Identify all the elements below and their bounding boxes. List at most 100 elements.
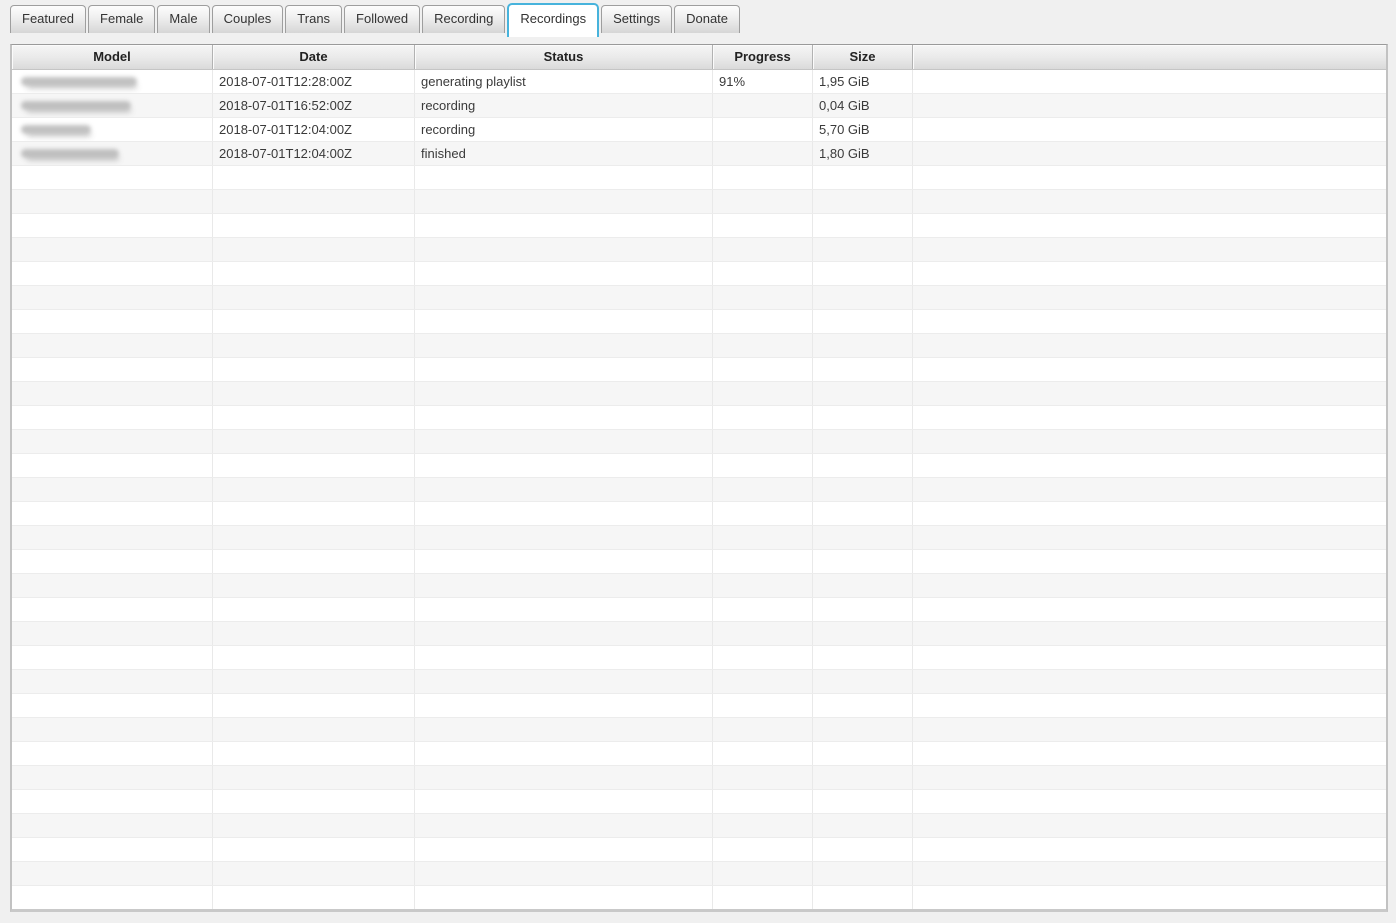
table-row-empty [12,886,1386,910]
tab-settings[interactable]: Settings [601,5,672,33]
cell-size [813,550,913,573]
cell-progress [713,118,813,141]
cell-progress [713,646,813,669]
cell-progress [713,862,813,885]
cell-date: 2018-07-01T12:28:00Z [213,70,415,93]
cell-filler [913,142,1386,165]
table-row-empty [12,238,1386,262]
cell-model [12,742,213,765]
cell-model [12,862,213,885]
cell-size: 1,95 GiB [813,70,913,93]
cell-status [415,406,713,429]
tab-label: Recording [434,11,493,26]
table-row[interactable]: 2018-07-01T12:28:00Zgenerating playlist9… [12,70,1386,94]
cell-size [813,478,913,501]
cell-date: 2018-07-01T16:52:00Z [213,94,415,117]
tab-label: Followed [356,11,408,26]
cell-status [415,526,713,549]
cell-filler [913,310,1386,333]
tab-trans[interactable]: Trans [285,5,342,33]
cell-status [415,262,713,285]
cell-progress [713,886,813,909]
cell-filler [913,550,1386,573]
cell-size [813,814,913,837]
tab-recording[interactable]: Recording [422,5,505,33]
tab-followed[interactable]: Followed [344,5,420,33]
tab-male[interactable]: Male [157,5,209,33]
tab-featured[interactable]: Featured [10,5,86,33]
column-header-status[interactable]: Status [415,45,713,69]
cell-size [813,502,913,525]
cell-filler [913,214,1386,237]
cell-date: 2018-07-01T12:04:00Z [213,142,415,165]
cell-progress [713,502,813,525]
table-body: 2018-07-01T12:28:00Zgenerating playlist9… [12,70,1386,910]
tab-label: Featured [22,11,74,26]
cell-progress [713,622,813,645]
cell-model [12,454,213,477]
table-row-empty [12,742,1386,766]
tab-label: Couples [224,11,272,26]
tab-couples[interactable]: Couples [212,5,284,33]
column-header-filler [913,45,1386,69]
cell-model [12,70,213,93]
cell-progress [713,550,813,573]
cell-status [415,214,713,237]
table-row-empty [12,430,1386,454]
cell-date [213,454,415,477]
cell-status [415,550,713,573]
cell-model [12,478,213,501]
tab-donate[interactable]: Donate [674,5,740,33]
cell-status [415,862,713,885]
cell-date [213,598,415,621]
table-row-empty [12,478,1386,502]
cell-model [12,838,213,861]
column-header-size[interactable]: Size [813,45,913,69]
cell-status: generating playlist [415,70,713,93]
table-row-empty [12,406,1386,430]
cell-progress: 91% [713,70,813,93]
cell-status [415,382,713,405]
cell-model [12,598,213,621]
cell-status [415,574,713,597]
cell-model [12,94,213,117]
table-row[interactable]: 2018-07-01T12:04:00Zfinished1,80 GiB [12,142,1386,166]
table-row-empty [12,670,1386,694]
table-row[interactable]: 2018-07-01T12:04:00Zrecording5,70 GiB [12,118,1386,142]
cell-date [213,814,415,837]
tab-recordings[interactable]: Recordings [507,3,599,37]
cell-size [813,574,913,597]
cell-model [12,358,213,381]
cell-size [813,310,913,333]
cell-progress [713,406,813,429]
table-row-empty [12,598,1386,622]
cell-size [813,262,913,285]
cell-filler [913,574,1386,597]
column-header-date[interactable]: Date [213,45,415,69]
cell-filler [913,334,1386,357]
cell-model [12,670,213,693]
cell-filler [913,526,1386,549]
cell-size [813,838,913,861]
cell-size: 1,80 GiB [813,142,913,165]
cell-progress [713,838,813,861]
cell-filler [913,358,1386,381]
table-row-empty [12,550,1386,574]
cell-date [213,574,415,597]
tab-female[interactable]: Female [88,5,155,33]
cell-status [415,622,713,645]
cell-size [813,766,913,789]
cell-size [813,190,913,213]
column-header-progress[interactable]: Progress [713,45,813,69]
cell-filler [913,454,1386,477]
cell-progress [713,166,813,189]
table-row[interactable]: 2018-07-01T16:52:00Zrecording0,04 GiB [12,94,1386,118]
cell-status [415,886,713,909]
column-header-model[interactable]: Model [12,45,213,69]
cell-model [12,286,213,309]
table-row-empty [12,286,1386,310]
cell-date [213,238,415,261]
cell-status [415,502,713,525]
table-row-empty [12,862,1386,886]
cell-status [415,814,713,837]
